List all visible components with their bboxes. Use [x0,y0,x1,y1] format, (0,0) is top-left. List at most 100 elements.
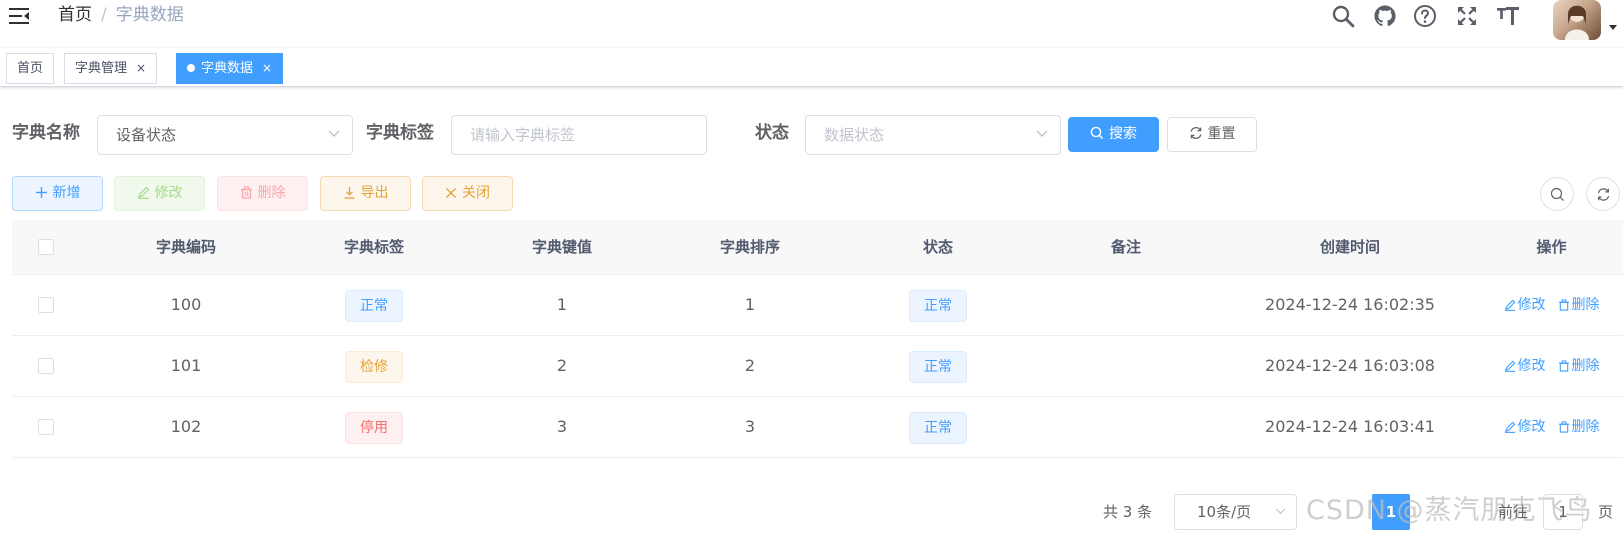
delete-button-label: 删除 [257,185,286,201]
page-suffix: 页 [1598,503,1614,521]
goto-label: 前往 [1498,503,1529,521]
th-remark: 备注 [1110,238,1141,256]
reset-button-label: 重置 [1207,126,1236,142]
row-delete-label: 删除 [1571,358,1600,374]
row-delete-link[interactable]: 删除 [1558,419,1600,435]
delete-button[interactable]: 删除 [217,176,308,211]
cell-dict-value: 3 [556,417,568,436]
refresh-icon [1190,127,1201,139]
breadcrumb-separator: / [101,5,107,25]
refresh-icon [1597,188,1610,201]
tags-view: 首页 字典管理 × 字典数据 × [0,48,1623,87]
status-placeholder: 数据状态 [824,126,885,144]
dict-name-select[interactable]: 设备状态 [97,115,353,155]
row-delete-label: 删除 [1571,297,1600,313]
breadcrumb-current: 字典数据 [115,5,184,25]
row-edit-label: 修改 [1517,419,1546,435]
cell-status: 正常 [844,275,1032,335]
refresh-button[interactable] [1586,177,1620,211]
th-dict-sort: 字典排序 [719,238,780,256]
status-label: 状态 [755,123,789,143]
select-all-checkbox[interactable] [38,239,54,255]
dict-label-tag: 正常 [345,289,403,322]
page-size-select[interactable]: 10条/页 [1174,494,1297,530]
edit-icon [1504,299,1515,311]
cell-dict-label: 正常 [280,275,468,335]
status-select[interactable]: 数据状态 [805,115,1061,155]
row-checkbox[interactable] [38,358,54,374]
tag-label: 字典数据 [201,61,254,76]
close-icon[interactable]: × [262,61,272,75]
chevron-down-icon [328,130,340,137]
edit-button-label: 修改 [154,185,183,201]
goto-page-input[interactable]: 1 [1543,494,1583,530]
row-delete-label: 删除 [1571,419,1600,435]
row-checkbox[interactable] [38,297,54,313]
row-edit-link[interactable]: 修改 [1504,297,1546,313]
close-button[interactable]: 关闭 [422,176,513,211]
chevron-down-icon [1036,130,1048,137]
fullscreen-icon[interactable] [1455,4,1479,28]
cell-created-time: 2024-12-24 16:02:35 [1265,295,1435,314]
th-status: 状态 [922,238,953,256]
font-size-icon[interactable] [1496,4,1520,28]
cell-dict-code: 100 [170,295,202,314]
close-icon[interactable]: × [136,61,146,75]
row-edit-link[interactable]: 修改 [1504,419,1546,435]
pagination-total: 共 3 条 [1103,503,1153,521]
search-icon[interactable] [1331,4,1355,28]
add-button[interactable]: 新增 [12,176,103,211]
add-button-label: 新增 [52,185,81,201]
row-edit-label: 修改 [1517,358,1546,374]
export-button[interactable]: 导出 [320,176,411,211]
row-delete-link[interactable]: 删除 [1558,297,1600,313]
download-icon [344,187,354,199]
search-button-label: 搜索 [1109,126,1137,142]
search-button[interactable]: 搜索 [1068,117,1159,152]
tag-dict-management[interactable]: 字典管理 × [64,53,158,84]
th-created-time: 创建时间 [1319,238,1380,256]
export-button-label: 导出 [360,185,389,201]
github-icon[interactable] [1373,4,1397,28]
row-edit-link[interactable]: 修改 [1504,358,1546,374]
tag-label: 首页 [17,61,44,76]
search-icon [1090,126,1104,140]
dict-label-input[interactable]: 请输入字典标签 [451,115,707,155]
toggle-search-button[interactable] [1540,177,1574,211]
cell-dict-sort: 3 [744,417,756,436]
search-icon [1550,187,1565,202]
row-checkbox[interactable] [38,419,54,435]
cell-status: 正常 [844,397,1032,457]
dict-label-label: 字典标签 [366,123,434,143]
cell-dict-value: 2 [556,356,568,375]
active-dot-icon [187,64,195,72]
row-edit-label: 修改 [1517,297,1546,313]
dict-name-value: 设备状态 [116,126,177,144]
delete-icon [1558,360,1569,372]
cell-actions: 修改 删除 [1480,397,1623,457]
cell-dict-label: 检修 [280,336,468,396]
menu-fold-icon[interactable] [8,5,30,27]
th-dict-code: 字典编码 [155,238,216,256]
cell-dict-sort: 1 [744,295,756,314]
edit-icon [137,186,149,199]
question-icon[interactable] [1413,4,1437,28]
cell-dict-code: 102 [170,417,202,436]
navbar: 首页 / 字典数据 [0,0,1623,48]
delete-icon [1558,299,1569,311]
close-button-label: 关闭 [462,185,490,201]
breadcrumb-home[interactable]: 首页 [58,5,92,25]
status-tag: 正常 [909,411,967,444]
avatar-image [1565,5,1589,40]
th-actions: 操作 [1536,238,1567,256]
caret-down-icon[interactable] [1609,25,1617,30]
avatar[interactable] [1553,0,1601,40]
edit-button[interactable]: 修改 [114,176,205,211]
reset-button[interactable]: 重置 [1167,117,1257,152]
cell-dict-sort: 2 [744,356,756,375]
tag-dict-data[interactable]: 字典数据 × [176,53,284,84]
row-delete-link[interactable]: 删除 [1558,358,1600,374]
cell-status: 正常 [844,336,1032,396]
tag-home[interactable]: 首页 [6,53,55,84]
tag-label: 字典管理 [75,61,128,76]
